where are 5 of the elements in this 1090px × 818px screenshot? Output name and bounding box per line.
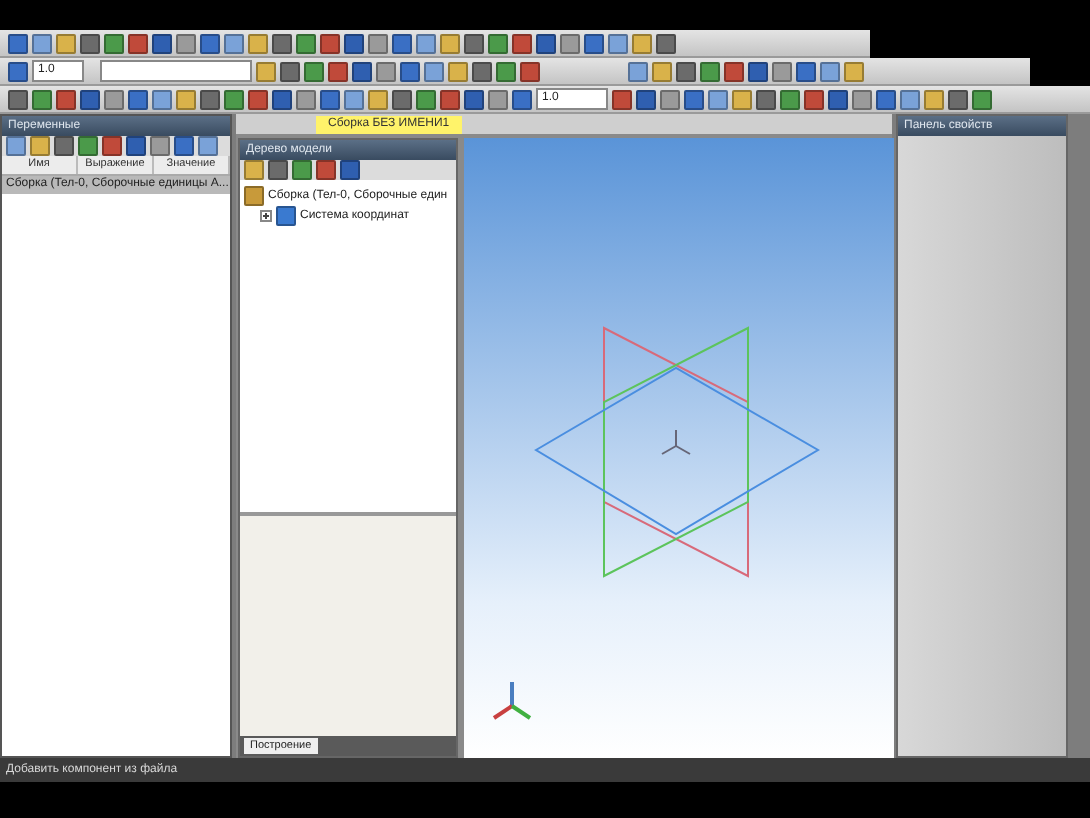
3d-viewport[interactable]: [464, 138, 894, 758]
origin-axes-icon: [661, 429, 691, 455]
axis-triad-icon: [492, 682, 532, 720]
expand-toggle[interactable]: [260, 210, 272, 222]
input-field[interactable]: [100, 60, 252, 82]
